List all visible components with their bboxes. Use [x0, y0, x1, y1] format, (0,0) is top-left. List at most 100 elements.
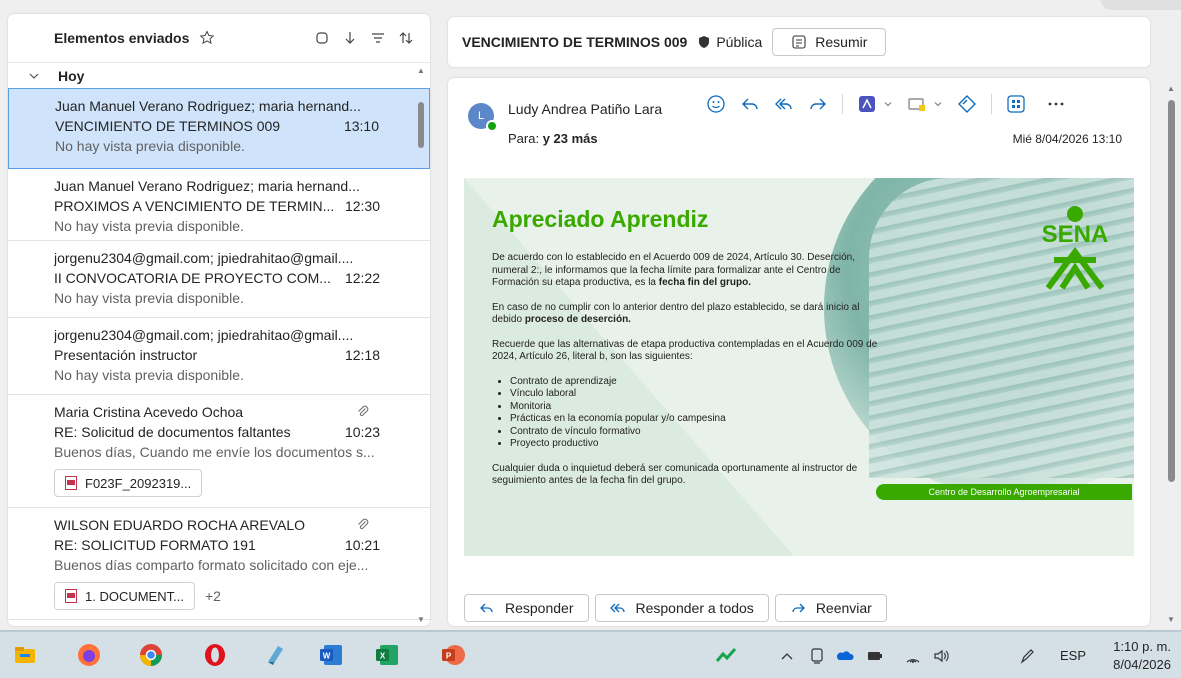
list-item[interactable]: Juan Manuel Verano Rodriguez; maria hern…: [8, 88, 430, 169]
pdf-export-icon[interactable]: [857, 94, 877, 114]
scroll-up-arrow-icon[interactable]: ▲: [1167, 84, 1175, 93]
reply-all-icon[interactable]: [774, 94, 794, 114]
mail-from: jorgenu2304@gmail.com; jpiedrahitao@gmai…: [54, 250, 354, 266]
alternatives-list: Contrato de aprendizaje Vínculo laboral …: [502, 376, 884, 451]
avatar[interactable]: L: [468, 103, 498, 132]
sena-logo-icon: SENA: [1042, 206, 1109, 290]
to-rest[interactable]: y 23 más: [543, 131, 598, 146]
mail-preview: No hay vista previa disponible.: [54, 290, 244, 306]
scroll-down-arrow-icon[interactable]: ▼: [417, 615, 425, 624]
list-item[interactable]: Maria Cristina Acevedo Ochoa RE: Solicit…: [8, 395, 430, 508]
recipients[interactable]: Para: y 23 más: [508, 131, 598, 146]
onedrive-icon[interactable]: [836, 647, 854, 665]
list-item[interactable]: WILSON EDUARDO ROCHA AREVALO RE: SOLICIT…: [8, 508, 430, 620]
firefox-icon[interactable]: [76, 642, 102, 668]
pdf-file-icon: [65, 589, 77, 603]
copilot-icon[interactable]: [957, 94, 977, 114]
wifi-icon[interactable]: [904, 647, 922, 665]
reading-pane: L Ludy Andrea Patiño Lara Para: y 23 más…: [448, 78, 1150, 626]
stocks-widget-icon[interactable]: [716, 647, 738, 665]
reader-scrollbar[interactable]: ▲ ▼: [1165, 84, 1177, 624]
avatar-letter: L: [477, 110, 485, 122]
mail-subject: RE: Solicitud de documentos faltantes: [54, 424, 291, 440]
list-scrollbar[interactable]: ▲ ▼: [416, 64, 426, 624]
chevron-up-icon[interactable]: [778, 647, 796, 665]
pen-icon[interactable]: [1018, 647, 1036, 665]
notes-app-icon[interactable]: [262, 642, 288, 668]
banner-p3: Recuerde que las alternativas de etapa p…: [492, 338, 878, 363]
mail-subject: PROXIMOS A VENCIMIENTO DE TERMIN...: [54, 198, 335, 214]
list-tools: [314, 30, 414, 46]
list-item[interactable]: jorgenu2304@gmail.com; jpiedrahitao@gmai…: [8, 318, 430, 395]
reply-bar: Responder Responder a todos Reenviar: [464, 594, 887, 622]
attachment-name: 1. DOCUMENT...: [85, 588, 184, 604]
scroll-up-arrow-icon[interactable]: ▲: [417, 66, 425, 75]
mail-time: 10:23: [344, 424, 380, 440]
mail-time: 10:21: [344, 537, 380, 553]
mail-time: 12:22: [344, 270, 380, 286]
message-actions: [706, 94, 1066, 114]
favorite-star-icon[interactable]: [199, 30, 215, 46]
group-header-today[interactable]: Hoy: [8, 62, 430, 88]
battery-icon[interactable]: [866, 647, 884, 665]
filter-icon[interactable]: [370, 30, 386, 46]
toolbar-divider: [842, 94, 843, 114]
to-prefix: Para:: [508, 131, 540, 146]
opera-icon[interactable]: [202, 642, 228, 668]
chevron-down-icon[interactable]: [933, 99, 943, 109]
scrollbar-thumb[interactable]: [418, 102, 424, 148]
chrome-profile-icon[interactable]: [138, 642, 164, 668]
excel-icon[interactable]: X: [374, 642, 400, 668]
system-clock[interactable]: 1:10 p. m. 8/04/2026: [1113, 638, 1171, 674]
chevron-down-icon[interactable]: [883, 99, 893, 109]
categorize-icon[interactable]: [907, 94, 927, 114]
select-icon[interactable]: [314, 30, 330, 46]
sender-name[interactable]: Ludy Andrea Patiño Lara: [508, 101, 662, 117]
summarize-button[interactable]: Resumir: [772, 28, 887, 56]
list-item[interactable]: Juan Manuel Verano Rodriguez; maria hern…: [8, 169, 430, 241]
reply-icon: [480, 603, 493, 613]
sena-logo-text: SENA: [1042, 221, 1109, 248]
word-icon[interactable]: W: [318, 642, 344, 668]
volume-icon[interactable]: [932, 647, 950, 665]
forward-icon: [792, 603, 805, 613]
powerpoint-icon[interactable]: P: [440, 642, 466, 668]
mail-subject: VENCIMIENTO DE TERMINOS 009: [55, 118, 281, 134]
apps-grid-icon[interactable]: [1006, 94, 1026, 114]
mail-subject: II CONVOCATORIA DE PROYECTO COM...: [54, 270, 331, 286]
group-label: Hoy: [58, 67, 85, 84]
mail-from: WILSON EDUARDO ROCHA AREVALO: [54, 517, 306, 533]
email-banner-image: Apreciado Aprendiz De acuerdo con lo est…: [464, 178, 1134, 556]
svg-text:P: P: [446, 652, 452, 661]
scrollbar-thumb[interactable]: [1168, 100, 1175, 482]
visibility-label: Pública: [716, 34, 763, 50]
jump-down-icon[interactable]: [342, 30, 358, 46]
reply-icon[interactable]: [740, 94, 760, 114]
reply-button[interactable]: Responder: [464, 594, 589, 622]
toolbar-divider: [991, 94, 992, 114]
mail-time: 13:10: [343, 118, 379, 134]
sort-icon[interactable]: [398, 30, 414, 46]
more-attachments[interactable]: +2: [205, 588, 221, 604]
list-item[interactable]: jorgenu2304@gmail.com; jpiedrahitao@gmai…: [8, 241, 430, 318]
svg-text:W: W: [323, 652, 331, 661]
attachment-chip[interactable]: F023F_2092319...: [54, 469, 203, 497]
scroll-down-arrow-icon[interactable]: ▼: [1167, 615, 1175, 624]
reply-label: Responder: [505, 600, 574, 616]
banner-body: De acuerdo con lo establecido en el Acue…: [492, 252, 884, 500]
list-item: Vínculo laboral: [510, 388, 884, 401]
list-item: Proyecto productivo: [510, 438, 884, 451]
meet-now-icon[interactable]: [808, 647, 826, 665]
mail-time: 12:18: [344, 347, 380, 363]
reply-all-button[interactable]: Responder a todos: [594, 594, 769, 622]
more-options-icon[interactable]: [1046, 94, 1066, 114]
forward-button[interactable]: Reenviar: [774, 594, 887, 622]
forward-icon[interactable]: [808, 94, 828, 114]
file-explorer-icon[interactable]: [12, 642, 38, 668]
emoji-reaction-icon[interactable]: [706, 94, 726, 114]
message-subject: VENCIMIENTO DE TERMINOS 009: [462, 34, 688, 50]
input-language[interactable]: ESP: [1060, 648, 1086, 663]
attachment-chip[interactable]: 1. DOCUMENT...: [54, 582, 195, 610]
banner-p4: Cualquier duda o inquietud deberá ser co…: [492, 462, 858, 487]
mail-from: Juan Manuel Verano Rodriguez; maria hern…: [54, 178, 360, 194]
